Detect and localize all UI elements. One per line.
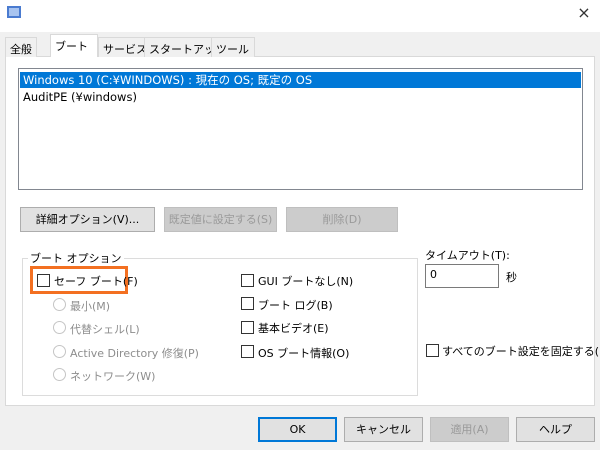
radio-minimal[interactable] [53,298,66,311]
cancel-button[interactable]: キャンセル [344,417,423,442]
no-gui-boot-label: GUI ブートなし(N) [258,275,354,288]
radio-ad-repair[interactable] [53,345,66,358]
delete-button[interactable]: 削除(D) [286,207,398,232]
os-boot-info-checkbox[interactable] [241,345,254,358]
make-permanent-label: すべてのブート設定を固定する(K) [442,345,600,358]
timeout-label: タイムアウト(T): [425,249,510,262]
set-default-button[interactable]: 既定値に設定する(S) [164,207,277,232]
timeout-unit: 秒 [506,271,517,284]
tab-tools[interactable]: ツール [211,37,255,57]
make-permanent-checkbox[interactable] [426,344,439,357]
timeout-input[interactable]: 0 [425,264,499,288]
app-icon [7,6,21,18]
tab-general[interactable]: 全般 [5,37,37,57]
radio-network-label: ネットワーク(W) [70,370,156,383]
boot-os-list[interactable]: Windows 10 (C:¥WINDOWS) : 現在の OS; 既定の OS… [18,68,583,190]
os-boot-info-label: OS ブート情報(O) [258,347,350,360]
ok-button[interactable]: OK [258,417,337,442]
list-item[interactable]: Windows 10 (C:¥WINDOWS) : 現在の OS; 既定の OS [20,72,581,88]
radio-ad-repair-label: Active Directory 修復(P) [70,347,199,360]
no-gui-boot-checkbox[interactable] [241,274,254,287]
apply-button[interactable]: 適用(A) [430,417,509,442]
base-video-checkbox[interactable] [241,321,254,334]
radio-minimal-label: 最小(M) [70,300,111,313]
boot-log-label: ブート ログ(B) [258,299,333,312]
boot-log-checkbox[interactable] [241,297,254,310]
close-button[interactable]: × [572,2,596,26]
safe-boot-checkbox[interactable] [37,274,50,287]
tab-boot[interactable]: ブート [50,34,98,57]
radio-network[interactable] [53,368,66,381]
radio-alternate-shell-label: 代替シェル(L) [70,323,140,336]
advanced-options-button[interactable]: 詳細オプション(V)... [20,207,155,232]
title-bar [0,0,600,32]
list-item[interactable]: AuditPE (¥windows) [20,89,581,105]
safe-boot-label: セーフ ブート(F) [54,275,138,288]
help-button[interactable]: ヘルプ [516,417,595,442]
boot-options-title: ブート オプション [28,250,124,266]
radio-alternate-shell[interactable] [53,321,66,334]
base-video-label: 基本ビデオ(E) [258,322,329,335]
